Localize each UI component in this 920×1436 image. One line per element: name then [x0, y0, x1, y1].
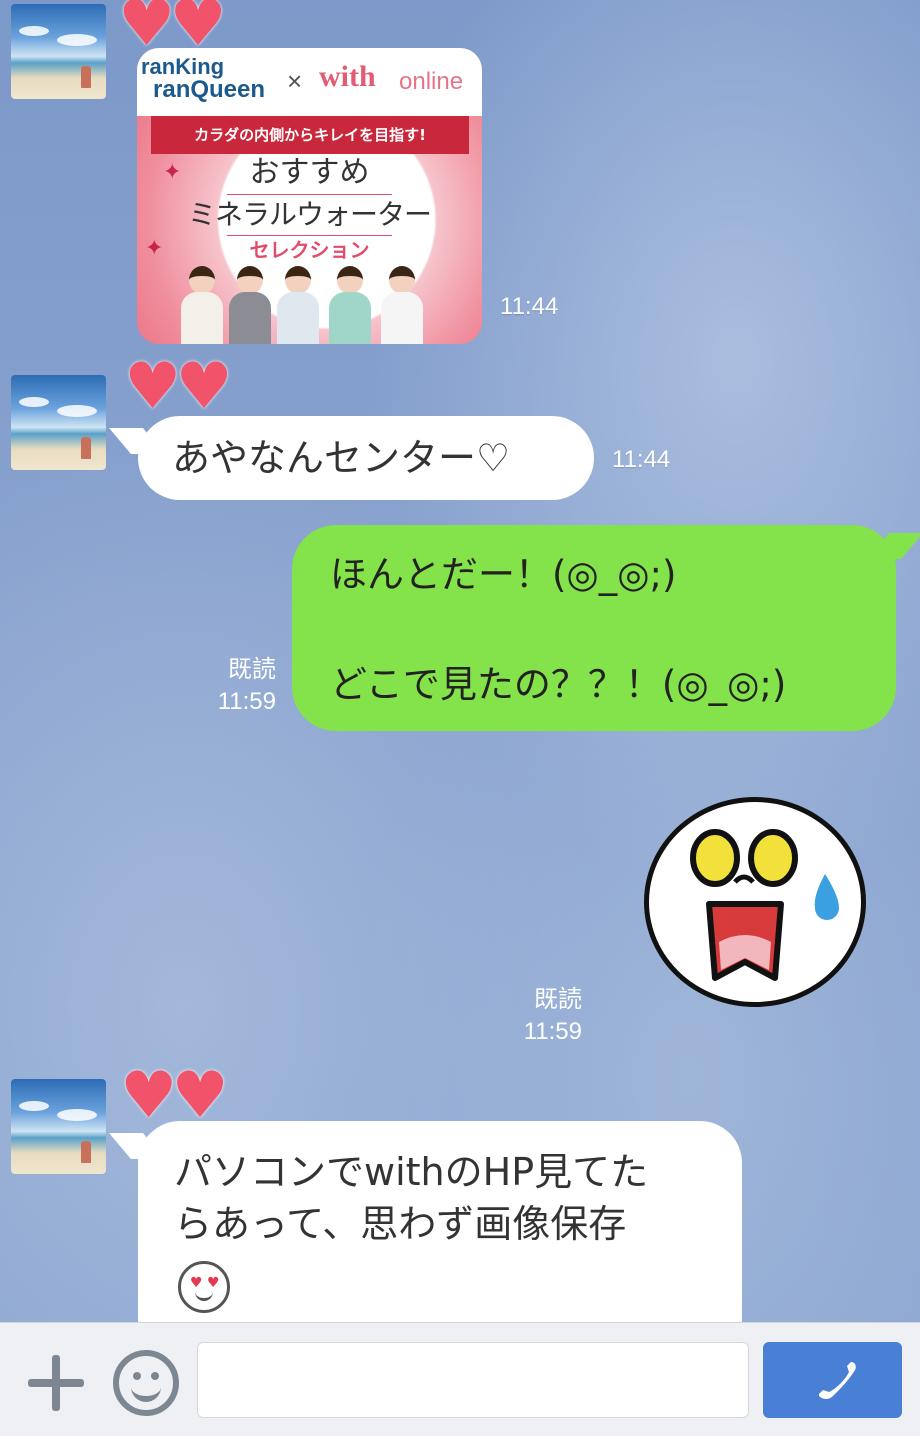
separator: × — [287, 66, 303, 96]
friend-avatar[interactable] — [11, 4, 106, 99]
message-bubble[interactable]: あやなんセンター♡ — [138, 416, 594, 500]
message-time: 11:59 — [523, 1018, 582, 1045]
promo-title-3: セレクション — [249, 238, 370, 262]
heart-stickers: ♥♥ — [120, 1059, 229, 1133]
read-label: 既読 — [228, 656, 276, 683]
promo-title-2: ミネラルウォーター — [187, 198, 432, 231]
message-time: 11:44 — [612, 446, 671, 473]
friend-avatar[interactable] — [11, 1079, 106, 1174]
chat-screen: ♥♥ ranKing ranQueen × with online カラダの内側… — [0, 0, 920, 1436]
message-text: あやなんセンター♡ — [172, 436, 511, 480]
message-text-line1: ほんとだー！(◎_◎;) — [330, 553, 677, 596]
brand-ranqueen: ranQueen — [153, 76, 266, 103]
my-message-bubble[interactable]: ほんとだー！(◎_◎;) どこで見たの？？！(◎_◎;) — [292, 525, 896, 731]
message-input[interactable] — [197, 1342, 749, 1418]
heart-stickers: ♥♥ — [124, 350, 233, 424]
read-label: 既読 — [534, 986, 582, 1013]
message-text-line2: らあって、思わず画像保存 — [174, 1202, 627, 1246]
promo-ribbon: カラダの内側からキレイを目指す! — [151, 116, 469, 154]
call-button[interactable] — [763, 1342, 902, 1418]
heart-eyes-emoji-icon: ♥ ♥ — [178, 1261, 230, 1313]
read-receipt: 既読 11:59 — [190, 654, 276, 718]
sparkle-icon: ✦ — [145, 236, 164, 261]
message-time: 11:59 — [217, 688, 276, 715]
sparkle-icon: ✦ — [163, 160, 182, 185]
plus-icon[interactable] — [28, 1355, 84, 1411]
message-time: 11:44 — [500, 293, 559, 320]
smile-icon[interactable] — [113, 1350, 179, 1416]
friend-avatar[interactable] — [11, 375, 106, 470]
brand-online: online — [399, 68, 464, 95]
promo-title-1: おすすめ — [249, 155, 370, 190]
phone-icon — [819, 1362, 856, 1399]
brand-with: with — [319, 60, 376, 93]
message-text-line1: パソコンでwithのHP見てた — [174, 1150, 649, 1194]
models-photo — [181, 262, 441, 344]
read-receipt: 既読 11:59 — [496, 984, 582, 1048]
promo-image-message[interactable]: ranKing ranQueen × with online カラダの内側からキ… — [137, 48, 482, 344]
brand-ranking: ranKing — [141, 54, 225, 79]
shocked-face-sticker[interactable] — [644, 797, 866, 1007]
message-text-line2: どこで見たの？？！(◎_◎;) — [330, 663, 787, 706]
